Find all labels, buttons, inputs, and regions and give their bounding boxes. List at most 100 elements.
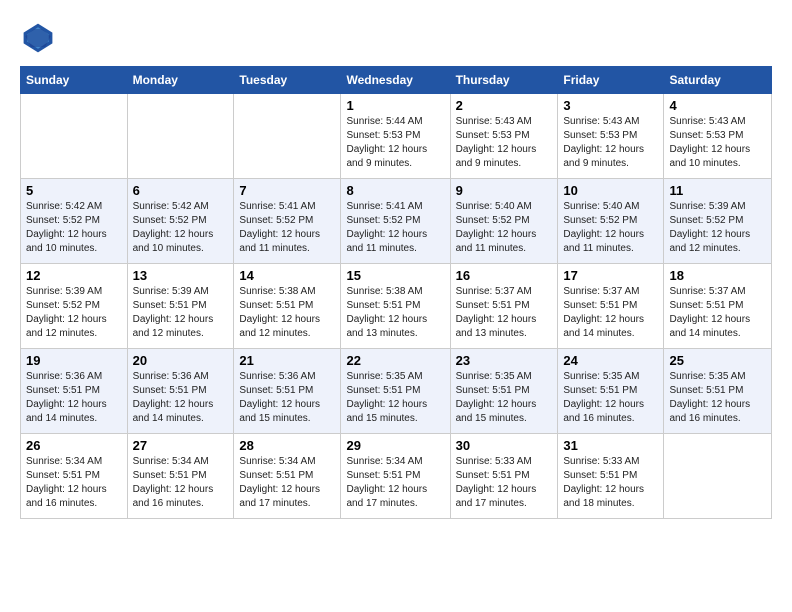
calendar-cell: 6Sunrise: 5:42 AM Sunset: 5:52 PM Daylig…	[127, 179, 234, 264]
day-number: 20	[133, 353, 229, 368]
day-info: Sunrise: 5:33 AM Sunset: 5:51 PM Dayligh…	[456, 455, 553, 511]
calendar-cell: 2 Sunrise: 5:43 AM Sunset: 5:53 PM Daylig…	[450, 94, 558, 179]
calendar-cell: 28 Sunrise: 5:34 AM Sunset: 5:51 PM Dayli…	[234, 434, 341, 519]
day-info: Sunrise: 5:34 AM Sunset: 5:51 PM Dayligh…	[26, 455, 122, 511]
calendar-cell	[234, 94, 341, 179]
day-number: 23	[456, 353, 553, 368]
page-header	[20, 20, 772, 56]
weekday-header-friday: Friday	[558, 67, 664, 94]
day-info: Sunrise: 5:42 AM Sunset: 5:52 PM Dayligh…	[26, 200, 122, 256]
day-number: 31	[563, 438, 658, 453]
day-info: Sunrise: 5:40 AM Sunset: 5:52 PM Dayligh…	[563, 200, 658, 256]
day-info: Sunrise: 5:34 AM Sunset: 5:51 PM Dayligh…	[239, 455, 335, 511]
day-info: Sunrise: 5:37 AM Sunset: 5:51 PM Dayligh…	[669, 285, 766, 341]
day-info: Sunrise: 5:37 AM Sunset: 5:51 PM Dayligh…	[456, 285, 553, 341]
calendar-cell: 29 Sunrise: 5:34 AM Sunset: 5:51 PM Dayli…	[341, 434, 450, 519]
weekday-header-sunday: Sunday	[21, 67, 128, 94]
calendar-cell: 25 Sunrise: 5:35 AM Sunset: 5:51 PM Dayli…	[664, 349, 772, 434]
day-number: 29	[346, 438, 444, 453]
day-number: 27	[133, 438, 229, 453]
calendar-cell: 23 Sunrise: 5:35 AM Sunset: 5:51 PM Dayli…	[450, 349, 558, 434]
day-info: Sunrise: 5:34 AM Sunset: 5:51 PM Dayligh…	[346, 455, 444, 511]
day-info: Sunrise: 5:44 AM Sunset: 5:53 PM Dayligh…	[346, 115, 444, 171]
day-info: Sunrise: 5:36 AM Sunset: 5:51 PM Dayligh…	[239, 370, 335, 426]
weekday-header-monday: Monday	[127, 67, 234, 94]
calendar-cell: 18 Sunrise: 5:37 AM Sunset: 5:51 PM Dayli…	[664, 264, 772, 349]
day-info: Sunrise: 5:39 AM Sunset: 5:52 PM Dayligh…	[26, 285, 122, 341]
day-info: Sunrise: 5:41 AM Sunset: 5:52 PM Dayligh…	[346, 200, 444, 256]
calendar-cell: 13 Sunrise: 5:39 AM Sunset: 5:51 PM Dayli…	[127, 264, 234, 349]
day-number: 2	[456, 98, 553, 113]
day-info: Sunrise: 5:36 AM Sunset: 5:51 PM Dayligh…	[133, 370, 229, 426]
day-number: 14	[239, 268, 335, 283]
day-number: 5	[26, 183, 122, 198]
day-info: Sunrise: 5:41 AM Sunset: 5:52 PM Dayligh…	[239, 200, 335, 256]
day-number: 24	[563, 353, 658, 368]
day-info: Sunrise: 5:43 AM Sunset: 5:53 PM Dayligh…	[456, 115, 553, 171]
day-number: 4	[669, 98, 766, 113]
day-number: 15	[346, 268, 444, 283]
calendar-cell: 12 Sunrise: 5:39 AM Sunset: 5:52 PM Dayli…	[21, 264, 128, 349]
logo-icon	[20, 20, 56, 56]
day-info: Sunrise: 5:36 AM Sunset: 5:51 PM Dayligh…	[26, 370, 122, 426]
calendar-week-row: 5 Sunrise: 5:42 AM Sunset: 5:52 PM Daylig…	[21, 179, 772, 264]
calendar-cell: 24 Sunrise: 5:35 AM Sunset: 5:51 PM Dayli…	[558, 349, 664, 434]
calendar-cell	[21, 94, 128, 179]
day-number: 9	[456, 183, 553, 198]
calendar-week-row: 1 Sunrise: 5:44 AM Sunset: 5:53 PM Daylig…	[21, 94, 772, 179]
day-number: 18	[669, 268, 766, 283]
calendar-cell: 10 Sunrise: 5:40 AM Sunset: 5:52 PM Dayli…	[558, 179, 664, 264]
calendar-cell: 22Sunrise: 5:35 AM Sunset: 5:51 PM Dayli…	[341, 349, 450, 434]
day-info: Sunrise: 5:38 AM Sunset: 5:51 PM Dayligh…	[239, 285, 335, 341]
day-number: 7	[239, 183, 335, 198]
day-info: Sunrise: 5:40 AM Sunset: 5:52 PM Dayligh…	[456, 200, 553, 256]
calendar-cell: 19 Sunrise: 5:36 AM Sunset: 5:51 PM Dayli…	[21, 349, 128, 434]
day-info: Sunrise: 5:34 AM Sunset: 5:51 PM Dayligh…	[133, 455, 229, 511]
calendar-cell	[664, 434, 772, 519]
logo	[20, 20, 60, 56]
weekday-header-tuesday: Tuesday	[234, 67, 341, 94]
calendar-cell: 1 Sunrise: 5:44 AM Sunset: 5:53 PM Daylig…	[341, 94, 450, 179]
calendar-cell: 14 Sunrise: 5:38 AM Sunset: 5:51 PM Dayli…	[234, 264, 341, 349]
day-number: 28	[239, 438, 335, 453]
calendar-cell: 21Sunrise: 5:36 AM Sunset: 5:51 PM Dayli…	[234, 349, 341, 434]
day-number: 19	[26, 353, 122, 368]
day-info: Sunrise: 5:43 AM Sunset: 5:53 PM Dayligh…	[669, 115, 766, 171]
day-number: 3	[563, 98, 658, 113]
day-info: Sunrise: 5:38 AM Sunset: 5:51 PM Dayligh…	[346, 285, 444, 341]
day-info: Sunrise: 5:33 AM Sunset: 5:51 PM Dayligh…	[563, 455, 658, 511]
calendar-cell: 17Sunrise: 5:37 AM Sunset: 5:51 PM Dayli…	[558, 264, 664, 349]
day-info: Sunrise: 5:42 AM Sunset: 5:52 PM Dayligh…	[133, 200, 229, 256]
day-number: 12	[26, 268, 122, 283]
calendar-cell: 8Sunrise: 5:41 AM Sunset: 5:52 PM Daylig…	[341, 179, 450, 264]
day-number: 13	[133, 268, 229, 283]
calendar-cell	[127, 94, 234, 179]
day-number: 10	[563, 183, 658, 198]
weekday-header-wednesday: Wednesday	[341, 67, 450, 94]
calendar-cell: 4 Sunrise: 5:43 AM Sunset: 5:53 PM Daylig…	[664, 94, 772, 179]
day-number: 1	[346, 98, 444, 113]
day-info: Sunrise: 5:39 AM Sunset: 5:51 PM Dayligh…	[133, 285, 229, 341]
calendar-cell: 15 Sunrise: 5:38 AM Sunset: 5:51 PM Dayli…	[341, 264, 450, 349]
day-number: 17	[563, 268, 658, 283]
day-number: 30	[456, 438, 553, 453]
day-info: Sunrise: 5:35 AM Sunset: 5:51 PM Dayligh…	[346, 370, 444, 426]
day-number: 11	[669, 183, 766, 198]
day-number: 16	[456, 268, 553, 283]
day-info: Sunrise: 5:35 AM Sunset: 5:51 PM Dayligh…	[669, 370, 766, 426]
day-info: Sunrise: 5:43 AM Sunset: 5:53 PM Dayligh…	[563, 115, 658, 171]
calendar-cell: 31 Sunrise: 5:33 AM Sunset: 5:51 PM Dayli…	[558, 434, 664, 519]
calendar-cell: 7 Sunrise: 5:41 AM Sunset: 5:52 PM Daylig…	[234, 179, 341, 264]
calendar-table: SundayMondayTuesdayWednesdayThursdayFrid…	[20, 66, 772, 519]
calendar-week-row: 26Sunrise: 5:34 AM Sunset: 5:51 PM Dayli…	[21, 434, 772, 519]
calendar-cell: 11Sunrise: 5:39 AM Sunset: 5:52 PM Dayli…	[664, 179, 772, 264]
calendar-cell: 3 Sunrise: 5:43 AM Sunset: 5:53 PM Daylig…	[558, 94, 664, 179]
day-number: 25	[669, 353, 766, 368]
calendar-cell: 5 Sunrise: 5:42 AM Sunset: 5:52 PM Daylig…	[21, 179, 128, 264]
weekday-header-thursday: Thursday	[450, 67, 558, 94]
calendar-cell: 20 Sunrise: 5:36 AM Sunset: 5:51 PM Dayli…	[127, 349, 234, 434]
calendar-cell: 27 Sunrise: 5:34 AM Sunset: 5:51 PM Dayli…	[127, 434, 234, 519]
day-info: Sunrise: 5:35 AM Sunset: 5:51 PM Dayligh…	[563, 370, 658, 426]
calendar-week-row: 12 Sunrise: 5:39 AM Sunset: 5:52 PM Dayli…	[21, 264, 772, 349]
day-info: Sunrise: 5:35 AM Sunset: 5:51 PM Dayligh…	[456, 370, 553, 426]
